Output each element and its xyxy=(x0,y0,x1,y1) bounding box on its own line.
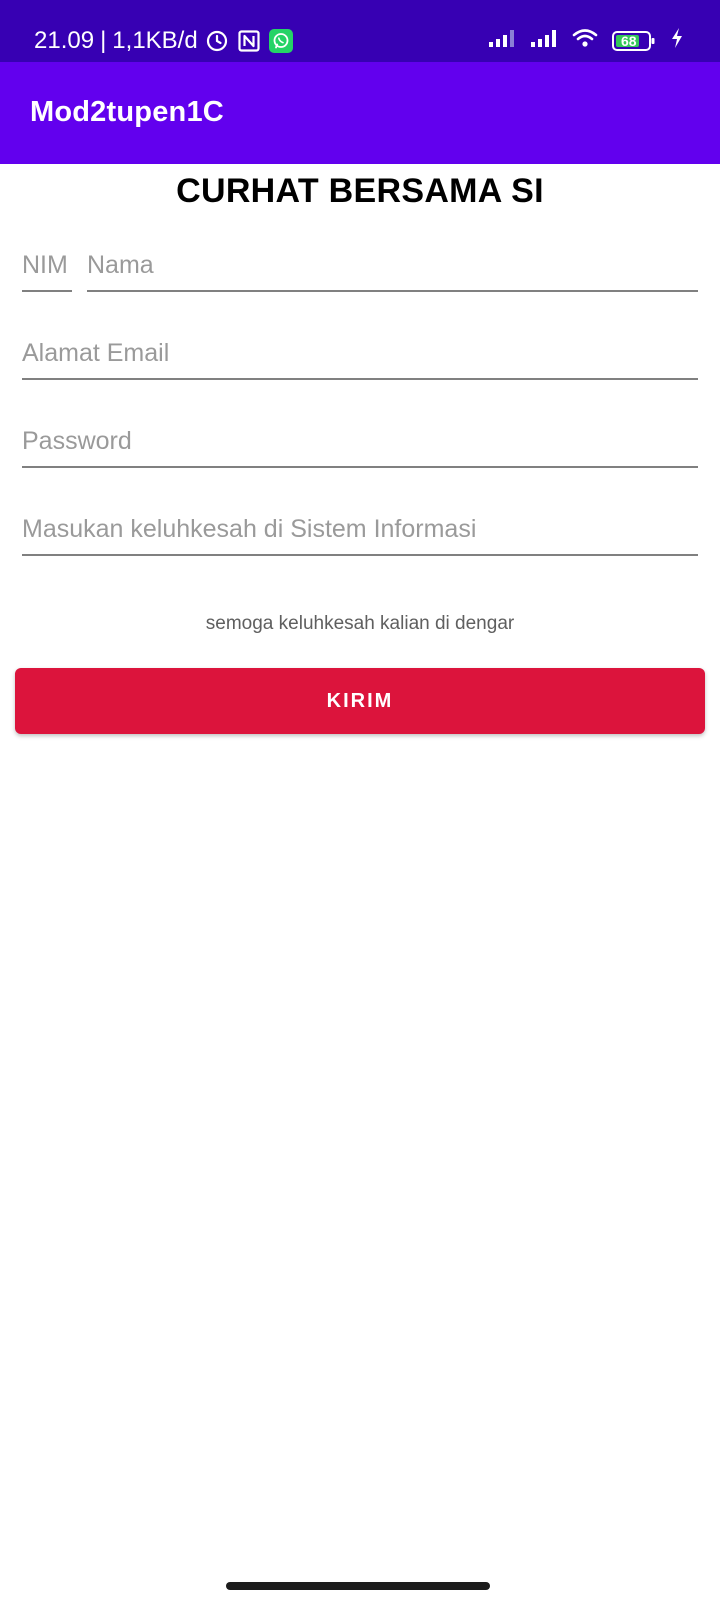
signal-icon xyxy=(488,27,516,54)
email-input[interactable] xyxy=(22,328,698,378)
status-separator: | xyxy=(100,27,107,54)
email-field-container xyxy=(22,328,698,380)
app-bar: Mod2tupen1C xyxy=(0,62,720,164)
whatsapp-icon xyxy=(268,28,294,54)
app-title: Mod2tupen1C xyxy=(30,96,224,128)
complaint-field-container xyxy=(22,504,698,556)
battery-icon: 68 xyxy=(612,30,656,52)
status-time: 21.09 xyxy=(34,27,95,54)
status-bar: 21.09 | 1,1KB/d 68 xyxy=(0,0,720,62)
status-bar-right: 68 xyxy=(488,27,684,54)
wifi-icon xyxy=(572,27,598,54)
gesture-nav-handle[interactable] xyxy=(226,1582,490,1590)
submit-button[interactable]: KIRIM xyxy=(15,668,705,734)
alarm-icon xyxy=(204,28,230,54)
nfc-icon xyxy=(236,28,262,54)
password-input[interactable] xyxy=(22,416,698,466)
helper-text: semoga keluhkesah kalian di dengar xyxy=(205,613,515,634)
battery-level: 68 xyxy=(621,32,637,49)
signal-icon xyxy=(530,27,558,54)
status-bar-left: 21.09 | 1,1KB/d xyxy=(34,27,294,55)
nama-field-container xyxy=(87,240,698,292)
password-field-container xyxy=(22,416,698,468)
nim-input[interactable] xyxy=(22,240,72,290)
nim-field-container xyxy=(22,240,72,292)
charging-icon xyxy=(670,27,684,54)
page-title: CURHAT BERSAMA SI xyxy=(176,172,544,210)
status-data-rate: 1,1KB/d xyxy=(112,27,198,54)
complaint-input[interactable] xyxy=(22,504,698,554)
nama-input[interactable] xyxy=(87,240,698,290)
